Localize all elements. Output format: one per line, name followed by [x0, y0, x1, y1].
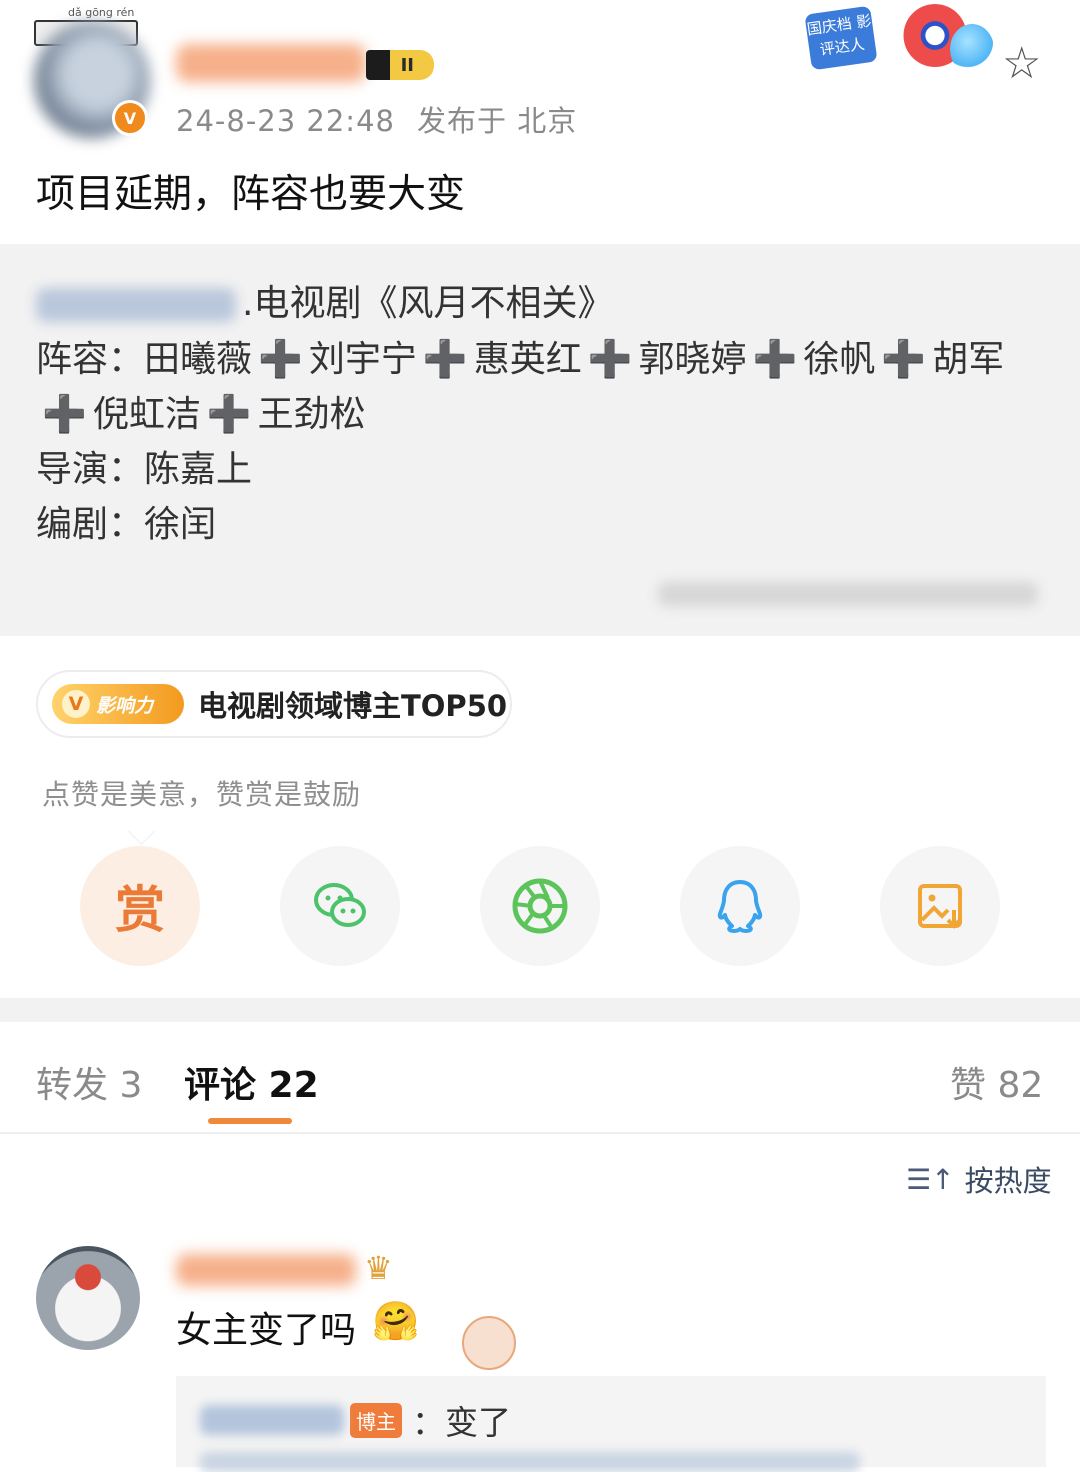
tab-comments[interactable]: 评论 22	[184, 1056, 319, 1108]
event-banner[interactable]: 国庆档 影评达人	[800, 4, 1010, 88]
influence-text: 电视剧领域博主TOP50	[198, 689, 508, 723]
post-location: 发布于 北京	[416, 104, 578, 138]
reply-item[interactable]: 博主 ：变了	[200, 1396, 511, 1444]
sort-label: 按热度	[964, 1164, 1052, 1198]
moments-icon	[512, 878, 568, 934]
tip-caret	[128, 818, 155, 845]
plus-icon: ➕	[258, 339, 303, 380]
qq-icon	[717, 880, 763, 933]
author-badge: 博主	[350, 1402, 402, 1438]
commenter-name[interactable]	[176, 1254, 356, 1286]
repost-cast-line: 阵容：田曦薇 ➕ 刘宇宁 ➕ 惠英红 ➕ 郭晓婷 ➕ 徐帆 ➕ 胡军	[36, 339, 1005, 380]
reward-button[interactable]: 赏	[80, 846, 200, 966]
section-divider	[0, 998, 1080, 1022]
reply-more[interactable]	[200, 1452, 860, 1472]
repost-director: 导演：陈嘉上	[36, 449, 253, 490]
event-banner-tag: 国庆档 影评达人	[804, 5, 878, 71]
reply-author-name[interactable]	[200, 1405, 344, 1435]
reward-tip: 点赞是美意，赞赏是鼓励	[42, 778, 362, 811]
post-meta: 24-8-23 22:48 发布于 北京	[176, 98, 577, 140]
commenter-avatar[interactable]	[36, 1246, 140, 1350]
crown-icon: ♛	[364, 1249, 393, 1287]
plus-icon: ➕	[587, 339, 633, 380]
wechat-icon	[314, 883, 366, 927]
influence-badge[interactable]: V 影响力 电视剧领域博主TOP50	[36, 670, 512, 738]
repost-writer: 编剧：徐闰	[36, 504, 217, 545]
post-text: 项目延期，阵容也要大变	[36, 172, 466, 217]
share-wechat-button[interactable]	[280, 846, 400, 966]
influence-tag: V 影响力	[52, 684, 184, 724]
repost-footer	[658, 582, 1038, 606]
plus-icon: ➕	[42, 394, 87, 435]
reply-text: ：变了	[412, 1403, 511, 1442]
share-moments-button[interactable]	[480, 846, 600, 966]
hug-emoji-icon: 🤗	[372, 1299, 420, 1343]
sticker-icon	[462, 1316, 516, 1370]
author-name[interactable]	[176, 44, 366, 82]
reposted-content[interactable]: .电视剧《风月不相关》 阵容：田曦薇 ➕ 刘宇宁 ➕ 惠英红 ➕ 郭晓婷 ➕ 徐帆 ➕ 胡军 ➕ 倪虹…	[0, 244, 1080, 636]
save-image-button[interactable]	[880, 846, 1000, 966]
rank-badge: II	[366, 50, 434, 80]
share-qq-button[interactable]	[680, 846, 800, 966]
sort-icon: ☰↑	[906, 1162, 955, 1196]
plus-icon: ➕	[752, 339, 798, 380]
star-icon[interactable]: ☆	[1002, 42, 1041, 86]
decoration-icon	[950, 24, 994, 74]
repost-source-name[interactable]	[36, 288, 236, 322]
plus-icon: ➕	[881, 339, 927, 380]
repost-cast-line-2: ➕ 倪虹洁 ➕ 王劲松	[42, 394, 366, 435]
active-tab-indicator	[208, 1118, 292, 1124]
comment-text: 女主变了吗	[176, 1310, 357, 1351]
author-avatar[interactable]: V	[34, 22, 150, 138]
save-image-icon	[918, 884, 962, 929]
tab-reposts[interactable]: 转发 3	[36, 1056, 142, 1108]
post-timestamp: 24-8-23 22:48	[176, 104, 395, 138]
plus-icon: ➕	[422, 339, 468, 380]
plus-icon: ➕	[206, 394, 252, 435]
verified-icon: V	[112, 100, 148, 136]
sort-button[interactable]: ☰↑ 按热度	[906, 1158, 1052, 1200]
v-icon: V	[62, 690, 90, 718]
tabs-divider	[0, 1132, 1080, 1134]
repost-title: .电视剧《风月不相关》	[36, 274, 613, 326]
tab-likes[interactable]: 赞 82	[950, 1056, 1043, 1108]
